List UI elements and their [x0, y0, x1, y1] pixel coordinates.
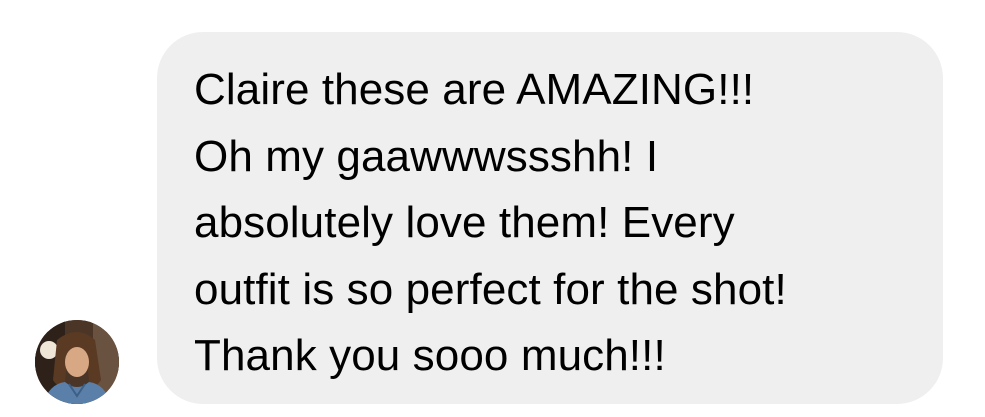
sender-avatar[interactable]: [35, 320, 119, 404]
message-text-line: Thank you sooo much!!!: [194, 331, 666, 380]
message-text-line: outfit is so perfect for the shot!: [194, 264, 787, 314]
message-text-line: Oh my gaawwwssshh! I: [194, 131, 659, 181]
message-bubble[interactable]: Claire these are AMAZING!!! Oh my gaawww…: [157, 32, 943, 404]
message-text-line: Claire these are AMAZING!!!: [194, 65, 755, 114]
message-text-line: absolutely love them! Every: [194, 198, 735, 247]
profile-photo-icon: [35, 320, 119, 404]
